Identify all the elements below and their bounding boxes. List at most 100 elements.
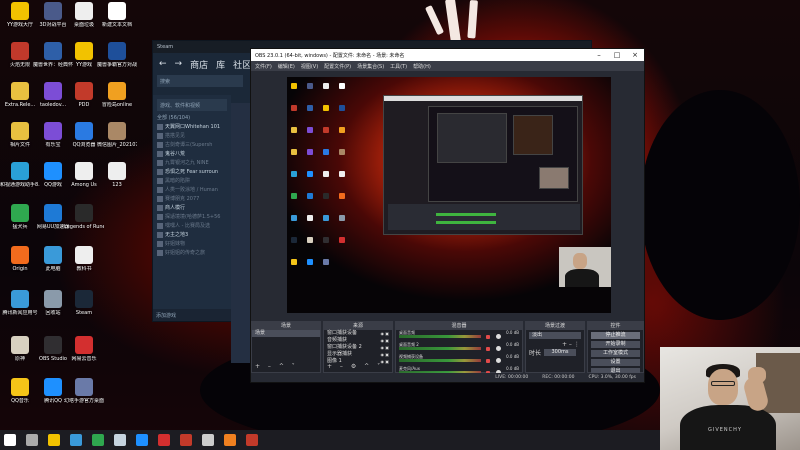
volume-meter[interactable]: [399, 335, 481, 338]
taskbar-file-explorer-icon[interactable]: [48, 434, 60, 446]
obs-titlebar[interactable]: OBS 23.0.1 (64-bit, windows) - 配置文件: 未命名…: [251, 49, 644, 61]
obs-window[interactable]: OBS 23.0.1 (64-bit, windows) - 配置文件: 未命名…: [250, 48, 645, 383]
control-button[interactable]: 设置: [591, 359, 640, 366]
library-game-item[interactable]: 好姐姐的传奇之旅: [153, 248, 231, 257]
menu-item[interactable]: 编辑(E): [278, 63, 295, 70]
minimize-icon[interactable]: –: [590, 51, 608, 59]
desktop-icon-label: 新建文本文档: [101, 22, 132, 28]
sources-toolbar[interactable]: + – ⚙ ^ ˅: [327, 363, 383, 370]
desktop-icon[interactable]: 幻塔手游官方桌面版: [64, 378, 104, 416]
taskbar-steam-icon[interactable]: [114, 434, 126, 446]
taskbar-edge-icon[interactable]: [92, 434, 104, 446]
menu-item[interactable]: 工具(T): [390, 63, 407, 70]
visibility-lock-icon[interactable]: ◉ ▣: [380, 344, 389, 351]
library-game-item[interactable]: 黑暗的陷阱: [153, 176, 231, 185]
taskbar-obs-icon[interactable]: [202, 434, 214, 446]
desktop-icon[interactable]: Steam: [64, 290, 104, 328]
control-button[interactable]: 开始录制: [591, 341, 640, 348]
menu-item[interactable]: 场景集合(S): [357, 63, 384, 70]
obs-preview[interactable]: [287, 77, 611, 313]
gear-icon[interactable]: [496, 358, 501, 363]
library-game-item[interactable]: 无主之地3: [153, 230, 231, 239]
preview-desktop-icon: [307, 127, 313, 133]
desktop-icon[interactable]: Legends of Runeterra: [64, 204, 104, 242]
mute-speaker-icon[interactable]: [486, 347, 490, 351]
visibility-lock-icon[interactable]: ◉ ▣: [380, 337, 389, 344]
library-game-item[interactable]: 嘿嘿人 - 比赛局及选: [153, 221, 231, 230]
steam-filter-input[interactable]: 游戏、软件和视频: [157, 99, 227, 111]
channel-db: 0.0 dB: [506, 354, 519, 359]
desktop-icon[interactable]: 冒险岛online: [97, 82, 137, 120]
app-icon: [11, 378, 29, 396]
duration-input[interactable]: 300ms: [544, 349, 577, 356]
transition-select[interactable]: 淡出: [529, 332, 581, 339]
game-icon: [157, 204, 163, 211]
library-game-item[interactable]: 搭搭见见: [153, 131, 231, 140]
library-game-item[interactable]: 人类一败涂地 / Human: [153, 185, 231, 194]
library-game-item[interactable]: 天翼网口Whitehan 101: [153, 122, 231, 131]
library-game-item[interactable]: 探适境境(哈德萨1.5+56: [153, 212, 231, 221]
close-icon[interactable]: ×: [626, 51, 644, 59]
steam-search-input[interactable]: 搜索: [157, 75, 243, 87]
library-game-item[interactable]: 商人模行: [153, 203, 231, 212]
tab-library[interactable]: 库: [216, 58, 225, 71]
library-game-item[interactable]: 好姐妹物: [153, 239, 231, 248]
taskbar-netease-music-icon[interactable]: [158, 434, 170, 446]
library-section-header[interactable]: 全部 (56/104): [153, 113, 231, 122]
taskbar-red-app-2-icon[interactable]: [246, 434, 258, 446]
gear-icon[interactable]: [496, 346, 501, 351]
menu-item[interactable]: 帮助(H): [413, 63, 431, 70]
volume-meter[interactable]: [399, 359, 481, 362]
taskbar-task-view-icon[interactable]: [26, 434, 38, 446]
taskbar-red-app-icon[interactable]: [180, 434, 192, 446]
status-live: LIVE: 00:00:00: [495, 375, 529, 380]
menu-item[interactable]: 配置文件(P): [324, 63, 351, 70]
mute-speaker-icon[interactable]: [486, 335, 490, 339]
source-item[interactable]: 音频捕获 ◉ ▣: [324, 337, 392, 344]
app-icon: [75, 82, 93, 100]
mute-speaker-icon[interactable]: [486, 359, 490, 363]
library-game-item[interactable]: 九霄银河之九 NINE: [153, 158, 231, 167]
menu-item[interactable]: 文件(F): [255, 63, 272, 70]
visibility-lock-icon[interactable]: ◉ ▣: [380, 351, 389, 358]
taskbar-g-app-icon[interactable]: [224, 434, 236, 446]
taskbar-qq-icon[interactable]: [136, 434, 148, 446]
source-item[interactable]: 窗口捕获设备 2 ◉ ▣: [324, 344, 392, 351]
preview-desktop-icon: [339, 83, 345, 89]
library-game-item[interactable]: 恐惧之死 Fear surroun: [153, 167, 231, 176]
taskbar-browser-icon[interactable]: [70, 434, 82, 446]
volume-meter[interactable]: [399, 347, 481, 350]
game-icon: [157, 240, 163, 247]
preview-desktop-icon: [291, 259, 297, 265]
library-game-item[interactable]: 鬼谷八荒: [153, 149, 231, 158]
back-arrow-icon[interactable]: ←: [159, 59, 167, 69]
app-icon: [11, 290, 29, 308]
scene-item[interactable]: 场景: [252, 330, 320, 337]
desktop-icon[interactable]: 微信图片_2021072...: [97, 122, 137, 160]
taskbar-start-icon[interactable]: [4, 434, 16, 446]
desktop-icon[interactable]: 123: [97, 162, 137, 200]
forward-arrow-icon[interactable]: →: [175, 59, 183, 69]
maximize-icon[interactable]: □: [608, 51, 626, 59]
scenes-header: 场景: [252, 322, 320, 330]
game-icon: [157, 132, 163, 139]
tab-store[interactable]: 商店: [190, 58, 208, 71]
desktop-icon[interactable]: 教科书: [64, 246, 104, 284]
desktop-icon[interactable]: 网易云音乐: [64, 336, 104, 374]
control-button[interactable]: 工作室模式: [591, 350, 640, 357]
gear-icon[interactable]: [496, 334, 501, 339]
controls-dock: 控件 停止推流 开始录制 工作室模式 设置 退出: [587, 321, 644, 375]
source-item[interactable]: 窗口捕获设备 ◉ ▣: [324, 330, 392, 337]
menu-item[interactable]: 视图(V): [301, 63, 318, 70]
visibility-lock-icon[interactable]: ◉ ▣: [380, 330, 389, 337]
control-button[interactable]: 停止推流: [591, 332, 640, 339]
library-game-item[interactable]: 古剑奇谭三(Supersh: [153, 140, 231, 149]
add-game-button[interactable]: 添加游戏: [153, 309, 231, 321]
transition-add-remove[interactable]: + – ⋮: [562, 341, 584, 348]
tab-community[interactable]: 社区: [233, 58, 251, 71]
library-game-item[interactable]: 赛博朋克 2077: [153, 194, 231, 203]
desktop-icon[interactable]: 魔兽争霸官方对战平台: [97, 42, 137, 80]
scenes-toolbar[interactable]: + – ^ ˅: [255, 363, 298, 370]
desktop-icon[interactable]: 新建文本文档: [97, 2, 137, 40]
source-item[interactable]: 显示器捕获 ◉ ▣: [324, 351, 392, 358]
